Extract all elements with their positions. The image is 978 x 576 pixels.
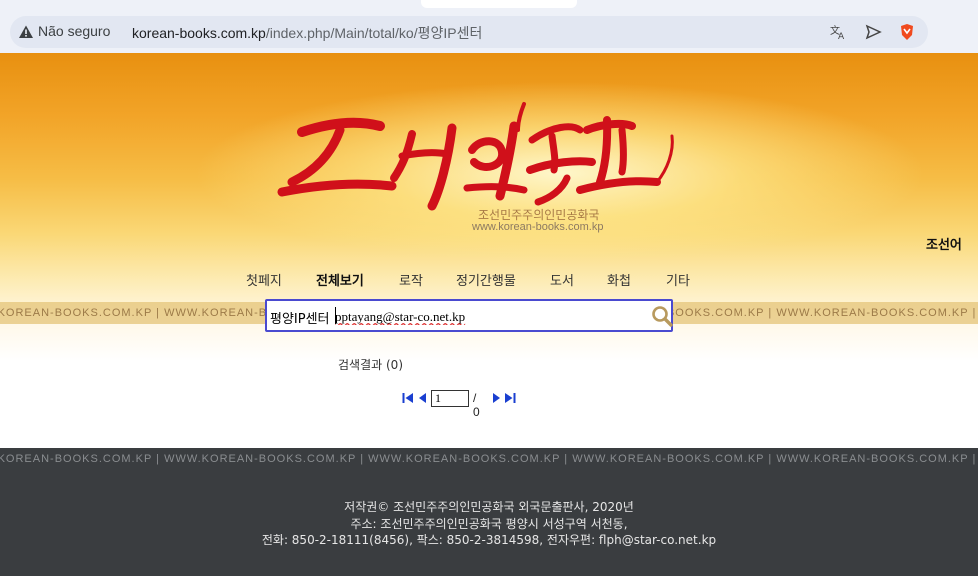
security-status-label[interactable]: Não seguro [38, 23, 110, 39]
first-page-icon[interactable] [402, 392, 414, 404]
nav-item-home[interactable]: 첫페지 [246, 270, 282, 289]
share-icon[interactable] [864, 23, 882, 41]
results-count: (0) [386, 358, 403, 372]
stripe-text: WWW.KOREAN-BOOKS.COM.KP [776, 307, 969, 319]
footer-contact: 전화: 850-2-18111(8456), 팍스: 850-2-3814598… [261, 533, 717, 547]
stripe-text: WWW.KOREAN-BOOKS.COM.KP [368, 453, 561, 465]
active-tab[interactable] [421, 0, 577, 8]
svg-text:A: A [838, 32, 845, 41]
search-box[interactable]: 평양IP센터 [265, 299, 673, 332]
site-url-text: www.korean-books.com.kp [472, 221, 604, 233]
stripe-text: WWW.KOREAN-BOOKS.COM.KP [572, 453, 765, 465]
nav-item-albums[interactable]: 화첩 [607, 270, 631, 289]
next-page-icon[interactable] [490, 392, 502, 404]
nav-item-others[interactable]: 기타 [666, 270, 690, 289]
nav-item-periodicals[interactable]: 정기간행물 [456, 270, 516, 289]
footer-copyright: 저작권© 조선민주주의인민공화국 외국문출판사, 2020년 [344, 500, 634, 514]
footer-address: 주소: 조선민주주의인민공화국 평양시 서성구역 서천동, [350, 517, 628, 531]
prev-page-icon[interactable] [417, 392, 429, 404]
nav-item-works[interactable]: 로작 [399, 270, 423, 289]
language-link[interactable]: 조선어 [926, 234, 962, 253]
site-logo[interactable] [262, 100, 682, 220]
stripe-text: WWW.KOREAN-BOOKS.COM.KP [776, 453, 969, 465]
site-footer: 저작권© 조선민주주의인민공화국 외국문출판사, 2020년 주소: 조선민주주… [0, 470, 978, 576]
url-path: /index.php/Main/total/ko/평양IP센터 [265, 25, 483, 41]
page-total: / 0 [473, 391, 480, 419]
footer-url-stripe: WWW.KOREAN-BOOKS.COM.KP | WWW.KOREAN-BOO… [0, 448, 978, 470]
stripe-text: WWW.KOREAN-BOOKS.COM.KP [164, 453, 357, 465]
url-text[interactable]: korean-books.com.kp/index.php/Main/total… [132, 23, 482, 43]
last-page-icon[interactable] [504, 392, 516, 404]
brave-shield-icon[interactable] [898, 23, 916, 41]
stripe-text: WWW.KOREAN-BOOKS.COM.KP [0, 453, 153, 465]
warning-icon[interactable] [18, 24, 34, 40]
text-caret [335, 307, 336, 324]
translate-icon[interactable]: 文 A [829, 23, 847, 41]
url-host: korean-books.com.kp [132, 25, 266, 41]
nav-item-all[interactable]: 전체보기 [316, 270, 364, 289]
search-prefix-label: 평양IP센터 [270, 312, 330, 327]
search-input[interactable] [335, 308, 635, 326]
search-results-summary: 검색결과 (0) [338, 356, 403, 373]
page-number-input[interactable] [431, 390, 469, 407]
stripe-text: WWW.KOREAN-BOOKS.COM.KP [0, 307, 153, 319]
search-icon[interactable] [651, 305, 673, 327]
browser-chrome: Não seguro korean-books.com.kp/index.php… [0, 0, 978, 53]
results-label: 검색결과 [338, 358, 383, 372]
nav-item-books[interactable]: 도서 [550, 270, 574, 289]
